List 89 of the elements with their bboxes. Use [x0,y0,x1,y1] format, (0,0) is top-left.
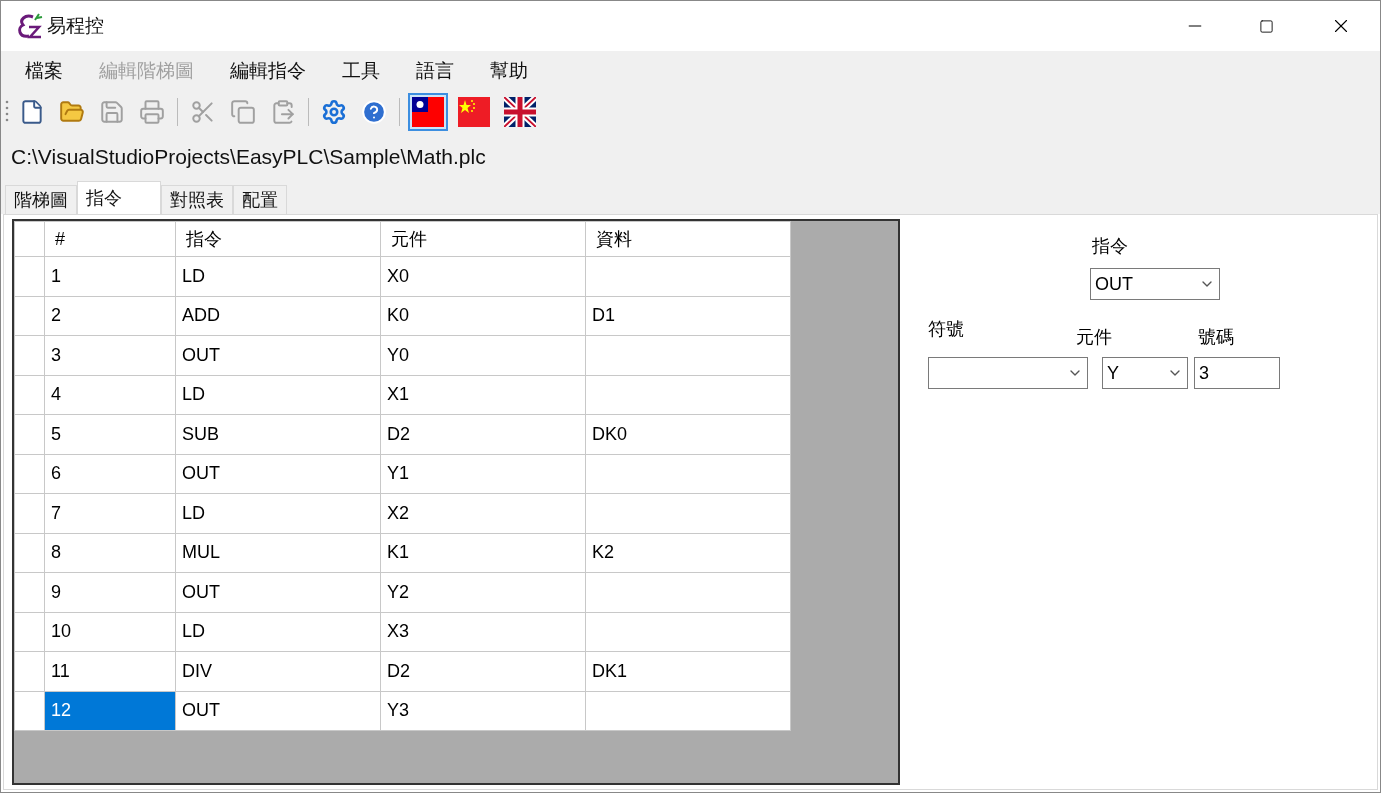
row-header[interactable] [14,493,45,533]
menu-item[interactable]: 幫助 [478,56,540,86]
tab[interactable]: 對照表 [161,185,233,214]
column-header[interactable]: 資料 [585,221,791,257]
table-cell: ADD [175,296,381,336]
clipboard-icon [270,99,296,125]
table-cell: 12 [44,691,176,731]
table-cell: 1 [44,256,176,296]
column-header[interactable]: 指令 [175,221,381,257]
row-header[interactable] [14,375,45,415]
settings-icon [321,99,347,125]
maximize-icon[interactable] [1259,18,1274,34]
menu-item[interactable]: 編輯指令 [218,56,318,86]
column-header[interactable]: 元件 [380,221,586,257]
table-cell: LD [175,493,381,533]
folder-icon [59,99,85,125]
table-cell: 3 [44,335,176,375]
table-cell: 4 [44,375,176,415]
row-header[interactable] [14,651,45,691]
row-header[interactable] [14,612,45,652]
dropdown[interactable]: Y [1102,357,1188,389]
table-cell: LD [175,612,381,652]
table-cell: 9 [44,572,176,612]
table-cell: LD [175,375,381,415]
table-cell: X3 [380,612,586,652]
table-cell: LD [175,256,381,296]
column-header[interactable]: # [44,221,176,257]
language-flag-button[interactable] [408,93,448,131]
table-cell: OUT [175,572,381,612]
table-cell: X2 [380,493,586,533]
row-header[interactable] [14,454,45,494]
tab[interactable]: 指令 [77,181,161,214]
table-cell: OUT [175,454,381,494]
table-cell: 6 [44,454,176,494]
file-path: C:\VisualStudioProjects\EasyPLC\Sample\Math.plc [11,144,486,171]
table-cell: 10 [44,612,176,652]
table-cell: DK1 [585,651,791,691]
window-title: 易程控 [47,13,104,38]
row-header[interactable] [14,296,45,336]
field-label: 元件 [1076,326,1112,349]
tab[interactable]: 階梯圖 [5,185,77,214]
table-cell: 11 [44,651,176,691]
row-header[interactable] [14,335,45,375]
table-cell: 2 [44,296,176,336]
table-cell: OUT [175,691,381,731]
table-cell: MUL [175,533,381,573]
table-cell: Y0 [380,335,586,375]
table-cell: OUT [175,335,381,375]
table-cell: D2 [380,651,586,691]
field-label: 號碼 [1198,326,1234,349]
menu-item[interactable]: 檔案 [13,56,75,86]
menu-item[interactable]: 語言 [404,56,466,86]
printer-icon [139,99,165,125]
number-field[interactable]: 3 [1194,357,1280,389]
flag-icon [458,97,490,127]
table-cell: X0 [380,256,586,296]
table-cell: X1 [380,375,586,415]
table-cell: 7 [44,493,176,533]
table-cell: 5 [44,414,176,454]
table-cell: K2 [585,533,791,573]
menu-item[interactable]: 工具 [330,56,392,86]
scissors-icon [190,99,216,125]
copy-icon [230,99,256,125]
app-logo-icon [15,12,43,40]
table-cell: DK0 [585,414,791,454]
table-cell: K0 [380,296,586,336]
row-header[interactable] [14,533,45,573]
tab[interactable]: 配置 [233,185,287,214]
dropdown[interactable]: OUT [1090,268,1220,300]
row-header[interactable] [14,572,45,612]
dropdown[interactable] [928,357,1088,389]
new-file-icon [19,99,45,125]
field-label: 指令 [1092,235,1128,258]
flag-icon [412,97,444,127]
table-cell: SUB [175,414,381,454]
flag-icon [504,97,536,127]
table-cell: Y1 [380,454,586,494]
row-header[interactable] [14,691,45,731]
row-header[interactable] [14,414,45,454]
table-cell: Y3 [380,691,586,731]
table-cell: K1 [380,533,586,573]
table-cell: Y2 [380,572,586,612]
table-cell: 8 [44,533,176,573]
table-cell: D1 [585,296,791,336]
help-icon [361,99,387,125]
table-cell: DIV [175,651,381,691]
field-label: 符號 [928,318,964,341]
row-header[interactable] [14,256,45,296]
table-cell: D2 [380,414,586,454]
